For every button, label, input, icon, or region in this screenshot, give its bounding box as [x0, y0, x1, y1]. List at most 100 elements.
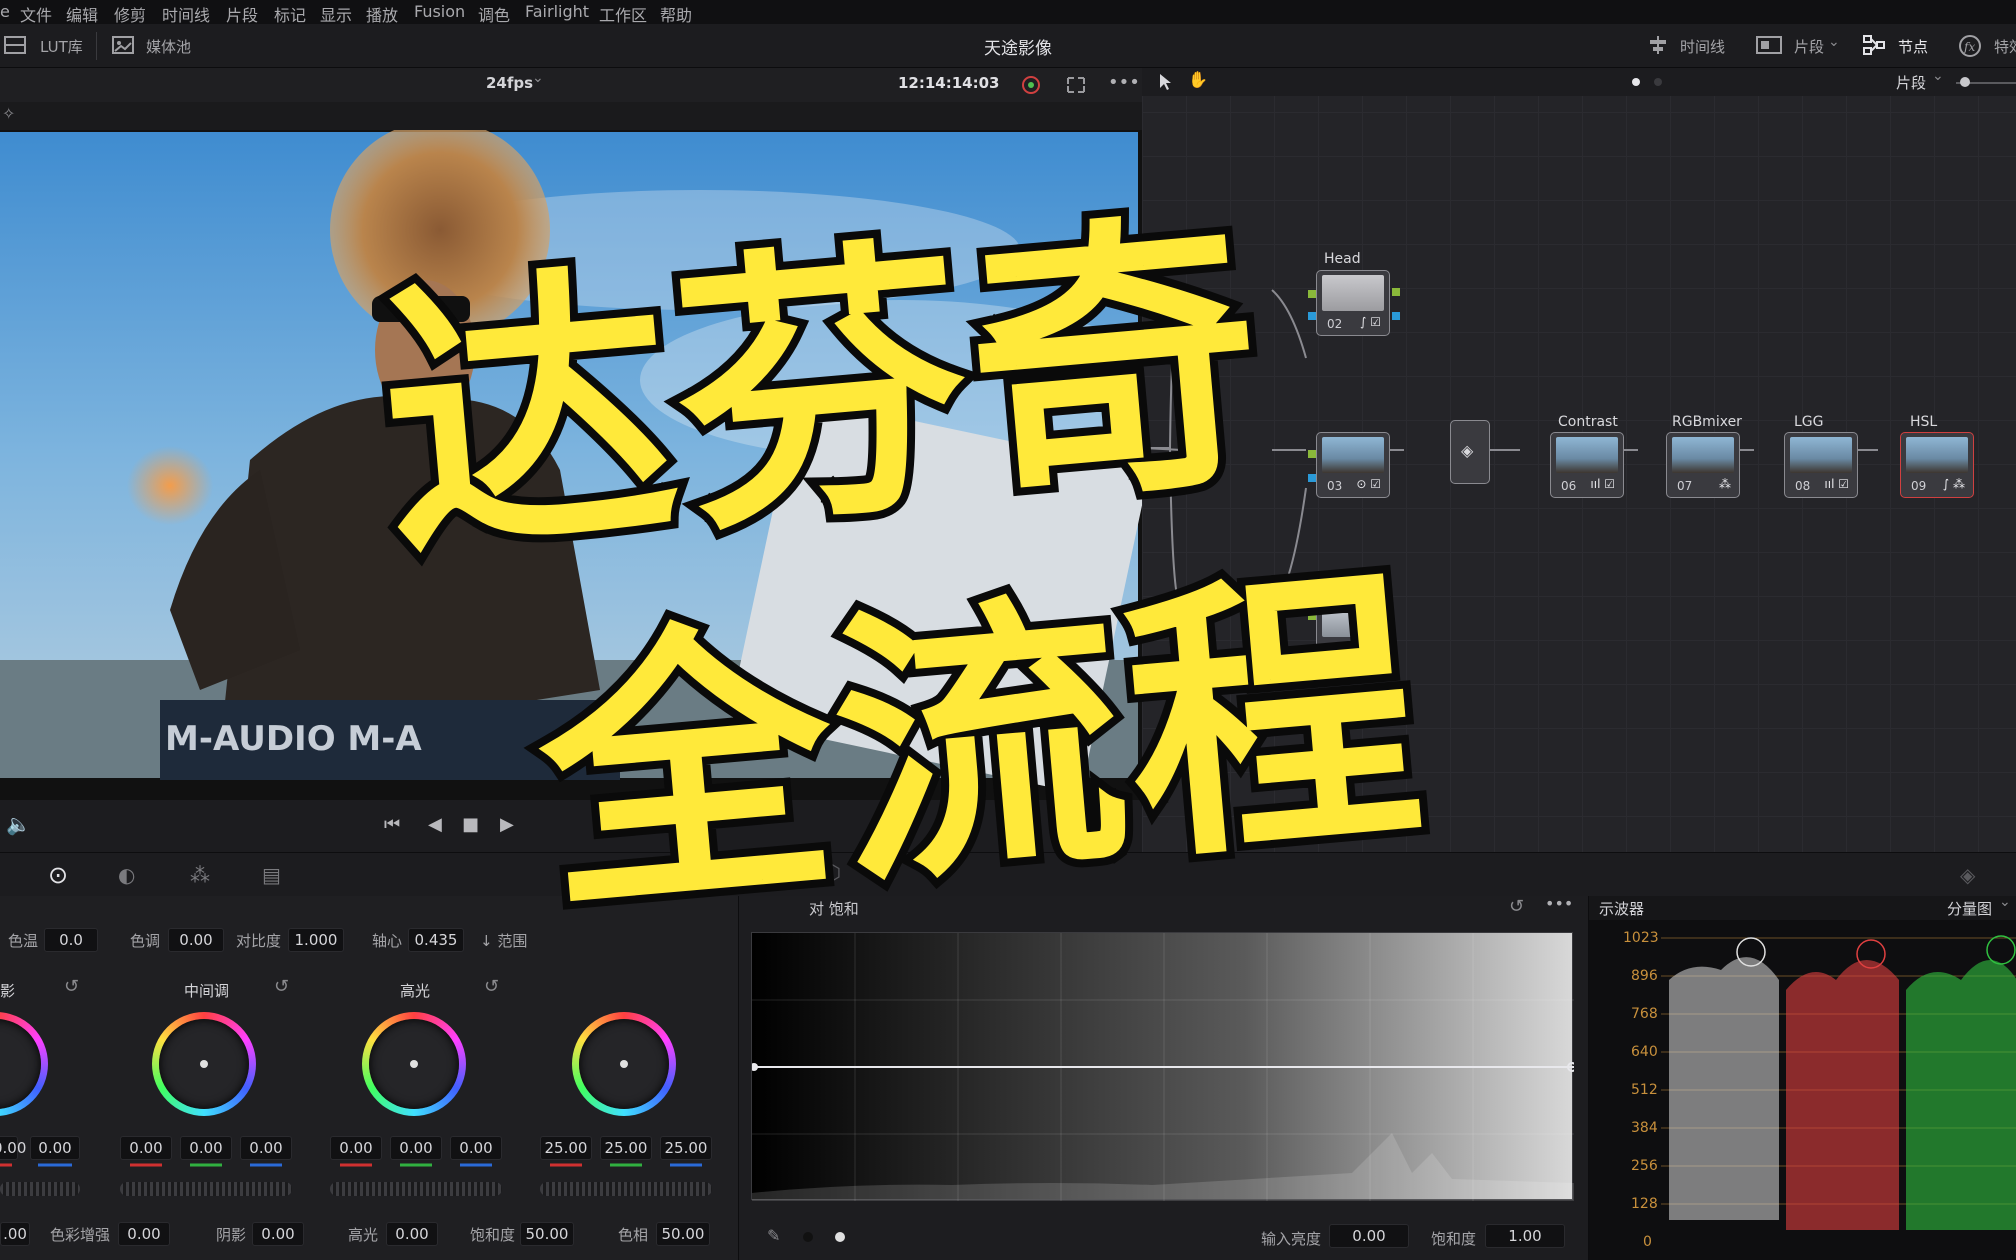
reset-icon[interactable]: ↺	[274, 976, 289, 997]
step-back-icon[interactable]: ◀	[428, 814, 442, 835]
node-lgg[interactable]: 08 ııl ☑	[1784, 432, 1858, 498]
white-point-swatch[interactable]	[835, 1232, 845, 1242]
menu-mark[interactable]: 标记	[274, 2, 306, 26]
timeline-icon[interactable]	[1648, 36, 1668, 54]
midtones-master-slider[interactable]	[120, 1182, 292, 1196]
saturation-value[interactable]: 1.00	[1485, 1224, 1565, 1248]
node-03[interactable]: 03 ⊙ ☑	[1316, 432, 1390, 498]
shadows-value[interactable]: 0.00	[0, 1136, 26, 1160]
node-thumbnail	[1556, 437, 1618, 473]
menu-color[interactable]: 调色	[478, 2, 510, 26]
highlights-value[interactable]: 0.00	[450, 1136, 502, 1160]
midtones-value[interactable]: 0.00	[240, 1136, 292, 1160]
node-input-port[interactable]	[1308, 312, 1316, 320]
skip-start-icon[interactable]: ⏮	[384, 814, 400, 835]
offset-value[interactable]: 25.00	[660, 1136, 712, 1160]
menu-file[interactable]: 文件	[20, 2, 52, 26]
curve-graph[interactable]	[750, 932, 1577, 1201]
scope-mode-selector[interactable]: 分量图	[1947, 898, 1992, 919]
offset-value[interactable]: 25.00	[600, 1136, 652, 1160]
black-point-swatch[interactable]	[803, 1232, 813, 1242]
pivot-value[interactable]: 0.435	[408, 928, 464, 952]
saturation-param-value[interactable]: 50.00	[520, 1222, 574, 1246]
chevron-down-icon[interactable]: ⌄	[1999, 894, 2011, 910]
effects-icon[interactable]: fx	[1958, 34, 1982, 58]
shadows-master-slider[interactable]	[0, 1182, 80, 1196]
node-output-port[interactable]	[1392, 312, 1400, 320]
menu-clip[interactable]: 片段	[226, 2, 258, 26]
highlights-wheel[interactable]	[362, 1012, 466, 1116]
color-boost-value[interactable]: 0.00	[118, 1222, 170, 1246]
contrast-value[interactable]: 1.000	[288, 928, 344, 952]
node-input-port[interactable]	[1308, 290, 1316, 298]
highlights-value[interactable]: 0.00	[390, 1136, 442, 1160]
lut-library-button[interactable]: LUT库	[40, 36, 83, 57]
node-output-port[interactable]	[1392, 288, 1400, 296]
menu-timeline[interactable]: 时间线	[162, 2, 210, 26]
menu-fusion[interactable]: Fusion	[414, 2, 465, 21]
temp-value[interactable]: 0.0	[44, 928, 98, 952]
offset-master-slider[interactable]	[540, 1182, 712, 1196]
offset-wheel[interactable]	[572, 1012, 676, 1116]
node-head[interactable]: 02 ∫ ☑	[1316, 270, 1390, 336]
clips-toggle[interactable]: 片段	[1794, 36, 1824, 57]
timeline-toggle[interactable]: 时间线	[1680, 36, 1725, 57]
fps-selector[interactable]: 24fps	[486, 74, 533, 92]
menu-edit[interactable]: 编辑	[66, 2, 98, 26]
clips-icon[interactable]	[1756, 36, 1782, 54]
color-wheels-icon[interactable]: ⊙	[48, 861, 68, 889]
midtones-wheel[interactable]	[152, 1012, 256, 1116]
nodes-icon[interactable]	[1862, 34, 1886, 56]
shadows-value[interactable]: 0.00	[30, 1136, 80, 1160]
shadows-param-value[interactable]: 0.00	[252, 1222, 304, 1246]
midtones-value[interactable]: 0.00	[180, 1136, 232, 1160]
nodes-toggle[interactable]: 节点	[1898, 36, 1928, 57]
highlights-value[interactable]: 0.00	[330, 1136, 382, 1160]
node-hsl[interactable]: 09 ∫ ⁂	[1900, 432, 1974, 498]
midtones-value[interactable]: 0.00	[120, 1136, 172, 1160]
volume-icon[interactable]: 🔈	[6, 812, 31, 836]
menu-trim[interactable]: 修剪	[114, 2, 146, 26]
chevron-down-icon[interactable]: ⌄	[532, 70, 544, 86]
more-options-icon[interactable]: •••	[1108, 72, 1140, 93]
node-rgbmixer[interactable]: 07 ⁂	[1666, 432, 1740, 498]
bars-check-icon: ııl ☑	[1590, 477, 1615, 491]
node-contrast[interactable]: 06 ııl ☑	[1550, 432, 1624, 498]
lut-icon[interactable]	[4, 36, 26, 54]
hdr-wheels-icon[interactable]: ◐	[118, 863, 135, 887]
input-luma-value[interactable]: 0.00	[1329, 1224, 1409, 1248]
keyframe-icon[interactable]: ◈	[1960, 863, 1975, 887]
node-input-port[interactable]	[1308, 474, 1316, 482]
highlights-param-value[interactable]: 0.00	[386, 1222, 438, 1246]
layer-mixer-node[interactable]: ◈	[1450, 420, 1490, 484]
expand-icon[interactable]	[1066, 76, 1086, 94]
curve-grid	[750, 933, 1577, 1201]
chevron-down-icon[interactable]: ⌄	[1828, 34, 1840, 50]
effects-toggle[interactable]: 特效	[1994, 36, 2016, 57]
menu-fairlight[interactable]: Fairlight	[525, 2, 589, 21]
tint-value[interactable]: 0.00	[168, 928, 224, 952]
reset-icon[interactable]: ↺	[64, 976, 79, 997]
rgb-mixer-palette-icon[interactable]: ⁂	[190, 863, 210, 887]
shadows-wheel[interactable]	[0, 1012, 48, 1116]
color-picker-icon[interactable]	[1020, 74, 1042, 96]
offset-value[interactable]: 25.00	[540, 1136, 592, 1160]
reset-icon[interactable]: ↺	[1509, 896, 1524, 917]
node-input-port[interactable]	[1308, 450, 1316, 458]
menu-workspace[interactable]: 工作区	[599, 2, 647, 26]
media-pool-icon[interactable]	[112, 36, 134, 54]
stop-icon[interactable]: ■	[462, 814, 479, 835]
highlights-master-slider[interactable]	[330, 1182, 502, 1196]
reset-icon[interactable]: ↺	[484, 976, 499, 997]
menu-view[interactable]: 显示	[320, 2, 352, 26]
param-value[interactable]: .00	[0, 1222, 30, 1246]
more-options-icon[interactable]: •••	[1545, 894, 1573, 913]
sparkle-icon[interactable]: ✧	[2, 104, 15, 123]
motion-effects-icon[interactable]: ▤	[262, 863, 281, 887]
eyedropper-icon[interactable]: ✎	[767, 1226, 780, 1245]
play-icon[interactable]: ▶	[500, 814, 514, 835]
menu-help[interactable]: 帮助	[660, 2, 692, 26]
media-pool-button[interactable]: 媒体池	[146, 36, 191, 57]
hue-param-value[interactable]: 50.00	[656, 1222, 710, 1246]
menu-playback[interactable]: 播放	[366, 2, 398, 26]
